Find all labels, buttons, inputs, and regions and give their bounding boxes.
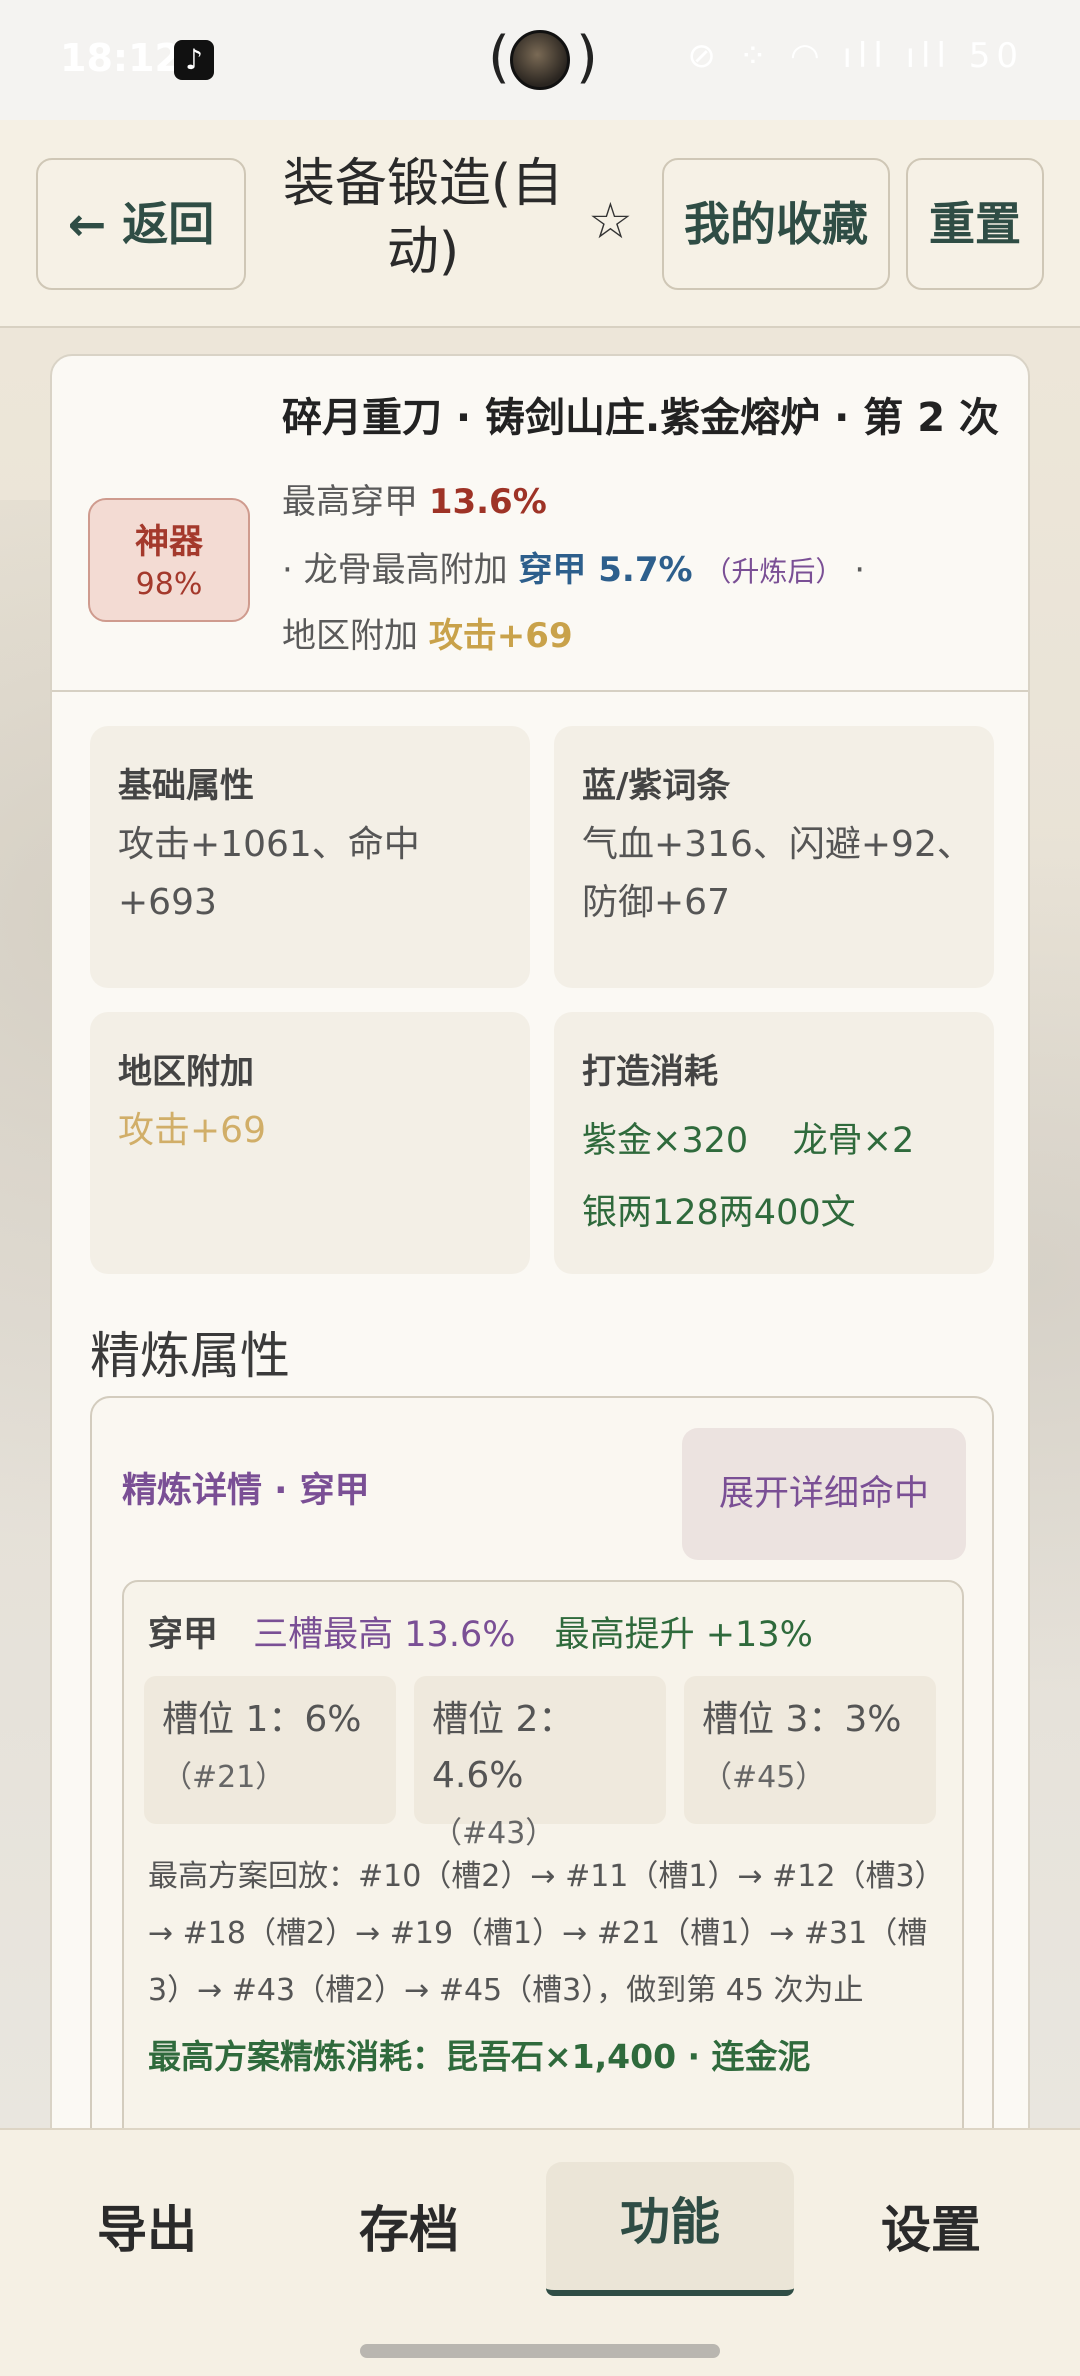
expand-hits-button[interactable]: 展开详细命中 (682, 1428, 966, 1560)
best-plan-cost: 最高方案精炼消耗：昆吾石×1,400 · 连金泥 (148, 2037, 811, 2076)
app-content: ← 返回 装备锻造(自动) ☆ 我的收藏 重置 神器 98% 碎月重刀 · 铸剑… (0, 120, 1080, 2130)
island-right-paren: ) (576, 25, 598, 90)
refine-detail-box: 精炼详情 · 穿甲 展开详细命中 穿甲 三槽最高 13.6% 最高提升 +13%… (90, 1396, 994, 2130)
attr-name: 穿甲 (148, 1615, 219, 1655)
tiktok-icon: ♪ (174, 40, 214, 80)
region-cell: 地区附加 攻击+69 (90, 1012, 530, 1274)
region-cell-value: 攻击+69 (118, 1110, 266, 1151)
max-gain: 最高提升 +13% (554, 1615, 813, 1655)
base-stats-value: 攻击+1061、命中+693 (118, 824, 420, 923)
quality-badge: 神器 98% (88, 498, 250, 622)
slot-note: （#21） (162, 1760, 286, 1795)
best-plan-replay: 最高方案回放：#10（槽2）→ #11（槽1）→ #12（槽3）→ #18（槽2… (148, 1859, 930, 2008)
slot-1: 槽位 1：6% （#21） (144, 1676, 396, 1824)
refine-detail-title: 精炼详情 · 穿甲 (122, 1471, 370, 1511)
home-indicator[interactable] (360, 2344, 720, 2358)
forge-result-card: 神器 98% 碎月重刀 · 铸剑山庄.紫金熔炉 · 第 2 次 最高穿甲 13.… (50, 354, 1030, 2130)
base-stats-title: 基础属性 (118, 766, 254, 806)
slot-3: 槽位 3：3% （#45） (684, 1676, 936, 1824)
pen-value: 13.6% (428, 482, 547, 522)
dragon-prefix: · 龙骨最高附加 (282, 550, 508, 590)
reset-button[interactable]: 重置 (906, 158, 1044, 290)
region-label: 地区附加 (282, 616, 418, 656)
arrow-left-icon: ← (67, 197, 107, 251)
refine-section-title: 精炼属性 (90, 1327, 290, 1385)
base-stats-cell: 基础属性 攻击+1061、命中+693 (90, 726, 530, 988)
dragon-suffix: · (854, 550, 866, 590)
dragon-note: （升炼后） (703, 555, 844, 588)
item-title: 碎月重刀 · 铸剑山庄.紫金熔炉 · 第 2 次 (282, 395, 999, 441)
status-bar: 18:12 ♪ ( ) ⊘ ⁘ ◠ ıll ıll 50 (0, 0, 1080, 120)
nav-export[interactable]: 导出 (22, 2130, 272, 2330)
affix-title: 蓝/紫词条 (582, 766, 731, 806)
badge-percent: 98% (135, 567, 203, 602)
affix-cell: 蓝/紫词条 气血+316、闪避+92、防御+67 (554, 726, 994, 988)
nav-archive[interactable]: 存档 (284, 2130, 534, 2330)
header: ← 返回 装备锻造(自动) ☆ 我的收藏 重置 (0, 120, 1080, 328)
back-button[interactable]: ← 返回 (36, 158, 246, 290)
dynamic-island: ( ) (488, 25, 598, 94)
page-title: 装备锻造(自动) (282, 154, 564, 282)
bottom-nav: 导出 存档 功能 设置 (0, 2128, 1080, 2328)
region-bonus-line: 地区附加 攻击+69 (282, 608, 573, 657)
slot-2: 槽位 2：4.6% （#43） (414, 1676, 666, 1851)
affix-value: 气血+316、闪避+92、防御+67 (582, 824, 973, 923)
status-time: 18:12 (60, 36, 181, 80)
nav-functions[interactable]: 功能 (546, 2162, 794, 2296)
star-icon[interactable]: ☆ (588, 192, 633, 250)
divider (52, 690, 1028, 692)
island-left-paren: ( (488, 25, 510, 90)
three-slot-max: 三槽最高 13.6% (253, 1615, 516, 1655)
dragon-bonus-line: · 龙骨最高附加 穿甲 5.7% （升炼后） · (282, 542, 865, 591)
slot-label: 槽位 1：6% (162, 1699, 362, 1740)
cost-line-materials: 紫金×320 龙骨×2 (582, 1121, 915, 1161)
favorites-button[interactable]: 我的收藏 (662, 158, 890, 290)
badge-name: 神器 (135, 522, 203, 562)
slot-summary-box: 穿甲 三槽最高 13.6% 最高提升 +13% 槽位 1：6% （#21） 槽位… (122, 1580, 964, 2130)
region-value: 攻击+69 (428, 616, 573, 656)
pen-label: 最高穿甲 (282, 482, 418, 522)
region-title: 地区附加 (118, 1052, 254, 1092)
cost-title: 打造消耗 (582, 1052, 718, 1092)
status-indicators: ⊘ ⁘ ◠ ıll ıll 50 (687, 36, 1024, 76)
back-label: 返回 (122, 197, 215, 251)
slot-summary-head: 穿甲 三槽最高 13.6% 最高提升 +13% (148, 1606, 813, 1657)
slot-note: （#43） (432, 1816, 556, 1851)
cost-cell: 打造消耗 紫金×320 龙骨×2 银两128两400文 (554, 1012, 994, 1274)
slot-note: （#45） (702, 1760, 826, 1795)
dragon-value: 穿甲 5.7% (518, 550, 693, 590)
max-penetration-line: 最高穿甲 13.6% (282, 474, 547, 523)
nav-settings[interactable]: 设置 (806, 2130, 1056, 2330)
slot-label: 槽位 2：4.6% (432, 1699, 575, 1796)
cost-line-silver: 银两128两400文 (582, 1193, 856, 1233)
slot-label: 槽位 3：3% (702, 1699, 902, 1740)
avatar (510, 30, 570, 90)
